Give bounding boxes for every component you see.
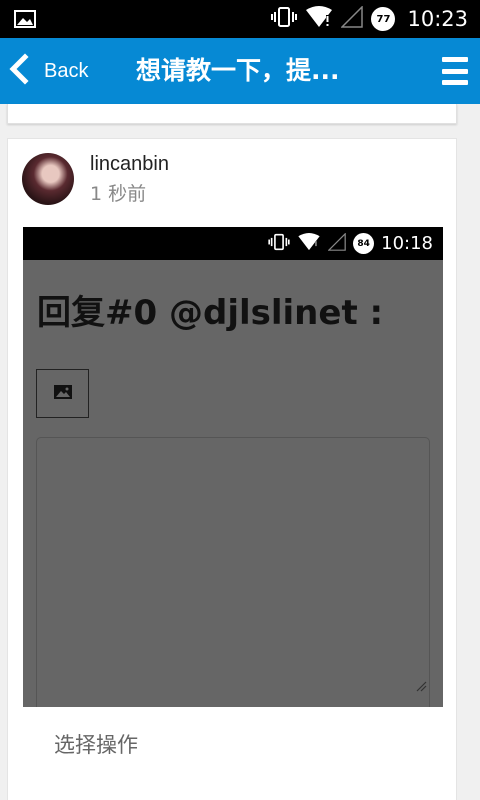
post-card: lincanbin 1 秒前 84 10:18 回复#0 @djlslinet …: [7, 138, 457, 800]
image-notification-icon: [14, 10, 36, 28]
attached-screenshot-image[interactable]: 84 10:18 回复#0 @djlslinet :: [23, 227, 443, 707]
battery-icon: 84: [353, 233, 375, 254]
back-label: Back: [44, 59, 89, 82]
screenshot-image-button: [36, 369, 89, 418]
action-bar: Back 想请教一下，提...: [0, 38, 480, 104]
image-icon: [53, 384, 72, 403]
menu-icon-bar: [442, 80, 468, 85]
select-action-button[interactable]: 选择操作: [54, 729, 138, 759]
back-button[interactable]: Back: [8, 38, 88, 104]
vibrate-icon: [271, 6, 298, 32]
status-time: 10:23: [407, 7, 468, 31]
vibrate-icon: [268, 233, 290, 255]
screenshot-time: 10:18: [381, 233, 433, 254]
screenshot-status-bar: 84 10:18: [23, 227, 443, 260]
signal-icon: [327, 231, 346, 255]
chevron-left-icon: [8, 53, 30, 89]
menu-button[interactable]: [442, 57, 468, 85]
menu-icon-bar: [442, 68, 468, 74]
wifi-icon: [297, 232, 321, 255]
username[interactable]: lincanbin: [90, 153, 169, 176]
post-timestamp: 1 秒前: [90, 183, 147, 205]
battery-icon: 77: [371, 7, 396, 31]
avatar[interactable]: [22, 153, 74, 205]
resize-handle-icon: [415, 677, 427, 692]
screenshot-textarea: [36, 437, 430, 707]
status-bar: 77 10:23: [0, 0, 480, 38]
signal-icon: [340, 5, 364, 32]
page-title: 想请教一下，提...: [136, 56, 340, 85]
wifi-icon: [305, 6, 333, 32]
previous-post-card: [7, 104, 457, 124]
screenshot-reply-heading: 回复#0 @djlslinet :: [37, 293, 384, 333]
menu-icon-bar: [442, 57, 468, 62]
